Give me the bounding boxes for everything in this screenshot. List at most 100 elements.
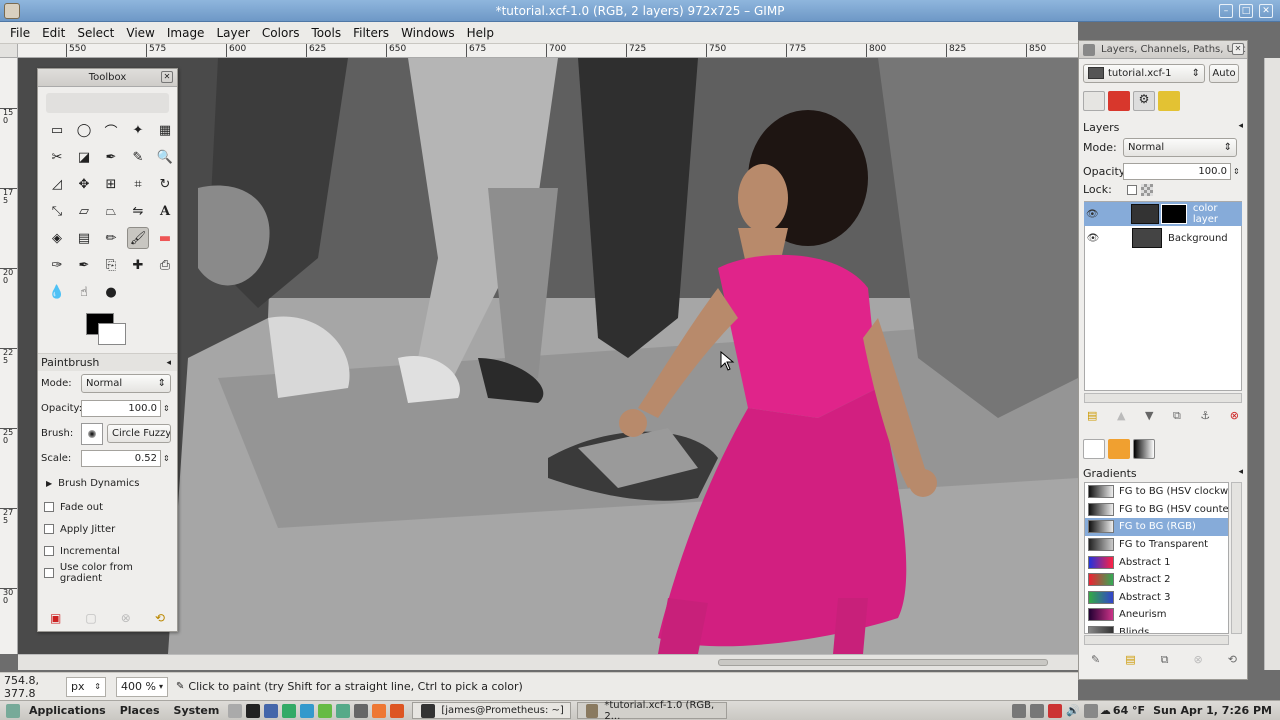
- checkbox-box[interactable]: [44, 524, 54, 534]
- horizontal-ruler[interactable]: 550 575 600 625 650 675 700 725 750 775 …: [18, 44, 1078, 58]
- launcher-icon[interactable]: [318, 703, 333, 718]
- gradient-item[interactable]: FG to BG (HSV clockwise h: [1085, 483, 1228, 501]
- gradient-item[interactable]: FG to BG (RGB): [1085, 518, 1228, 536]
- select-by-color-tool-icon[interactable]: ▦: [154, 119, 176, 141]
- zoom-select[interactable]: 400 % ▾: [116, 676, 168, 697]
- launcher-icon[interactable]: [264, 703, 279, 718]
- brush-name-field[interactable]: Circle Fuzzy (1: [107, 424, 171, 443]
- anchor-layer-icon[interactable]: ⚓: [1200, 409, 1210, 423]
- scrollbar-thumb[interactable]: [718, 659, 1048, 666]
- grip-icon[interactable]: [1083, 44, 1095, 56]
- layer-row-color-layer[interactable]: 👁 color layer: [1084, 202, 1242, 226]
- gradients-hscrollbar[interactable]: [1084, 635, 1229, 645]
- task-gimp[interactable]: *tutorial.xcf-1.0 (RGB, 2...: [576, 700, 727, 720]
- fade-out-checkbox[interactable]: Fade out: [38, 496, 177, 518]
- panel-menu-icon[interactable]: ◂: [1238, 467, 1243, 480]
- menu-layer[interactable]: Layer: [210, 26, 255, 40]
- launcher-icon[interactable]: [228, 703, 243, 718]
- spin-icon[interactable]: ⇕: [163, 454, 170, 463]
- use-color-from-gradient-checkbox[interactable]: Use color from gradient: [38, 562, 177, 584]
- flip-tool-icon[interactable]: ⇋: [127, 200, 149, 222]
- menu-tools[interactable]: Tools: [306, 26, 348, 40]
- rotate-tool-icon[interactable]: ↻: [154, 173, 176, 195]
- gradients-tab-icon[interactable]: [1133, 439, 1155, 459]
- firefox-launcher-icon[interactable]: [372, 703, 387, 718]
- restore-options-icon[interactable]: ▢: [85, 611, 96, 625]
- spin-icon[interactable]: ⇕: [1233, 167, 1240, 176]
- menu-colors[interactable]: Colors: [256, 26, 306, 40]
- smudge-tool-icon[interactable]: ☝: [73, 281, 95, 303]
- menu-view[interactable]: View: [120, 26, 160, 40]
- gradient-item[interactable]: Abstract 1: [1085, 553, 1228, 571]
- background-color-swatch[interactable]: [98, 323, 126, 345]
- clone-tool-icon[interactable]: ⎘: [100, 254, 122, 276]
- gradient-item[interactable]: Blinds: [1085, 624, 1228, 633]
- scissors-select-tool-icon[interactable]: ✂: [46, 146, 68, 168]
- heal-tool-icon[interactable]: ✚: [127, 254, 149, 276]
- chrome-launcher-icon[interactable]: [282, 703, 297, 718]
- paintbrush-tool-icon[interactable]: 🖌: [127, 227, 149, 249]
- menu-select[interactable]: Select: [71, 26, 120, 40]
- gradient-item[interactable]: Aneurism: [1085, 606, 1228, 624]
- layers-hscrollbar[interactable]: [1084, 393, 1242, 403]
- duplicate-layer-icon[interactable]: ⧉: [1173, 409, 1181, 423]
- new-gradient-icon[interactable]: ▤: [1125, 653, 1135, 667]
- paths-tool-icon[interactable]: ✒: [100, 146, 122, 168]
- dock-titlebar[interactable]: Layers, Channels, Paths, Unc ✕: [1079, 41, 1247, 59]
- color-picker-tool-icon[interactable]: ✎: [127, 146, 149, 168]
- network-icon[interactable]: [1083, 703, 1098, 718]
- auto-button[interactable]: Auto: [1209, 63, 1239, 83]
- checkbox-box[interactable]: [44, 502, 54, 512]
- applications-menu[interactable]: Applications: [22, 704, 113, 717]
- delete-layer-icon[interactable]: ⊗: [1230, 409, 1239, 423]
- gradient-item[interactable]: FG to Transparent: [1085, 536, 1228, 554]
- channels-tab-icon[interactable]: [1108, 91, 1130, 111]
- menu-filters[interactable]: Filters: [347, 26, 395, 40]
- mode-combo[interactable]: Normal ⇕: [81, 374, 171, 393]
- dodge-burn-tool-icon[interactable]: ●: [100, 281, 122, 303]
- layer-mode-combo[interactable]: Normal ⇕: [1123, 138, 1237, 157]
- gradient-item[interactable]: FG to BG (HSV counter-clo: [1085, 501, 1228, 519]
- panel-menu-icon[interactable]: ◂: [1238, 121, 1243, 134]
- terminal-launcher-icon[interactable]: [246, 703, 261, 718]
- menu-image[interactable]: Image: [161, 26, 211, 40]
- undo-tab-icon[interactable]: [1158, 91, 1180, 111]
- places-menu[interactable]: Places: [113, 704, 167, 717]
- apply-jitter-checkbox[interactable]: Apply Jitter: [38, 518, 177, 540]
- launcher-icon[interactable]: [354, 703, 369, 718]
- gradients-vscrollbar[interactable]: [1231, 482, 1242, 634]
- bucket-fill-tool-icon[interactable]: ◈: [46, 227, 68, 249]
- brush-dynamics-expander[interactable]: ▶ Brush Dynamics: [38, 471, 177, 496]
- vertical-ruler[interactable]: 150 175 200 225 250 275 300: [0, 58, 18, 654]
- menu-windows[interactable]: Windows: [395, 26, 461, 40]
- blend-tool-icon[interactable]: ▤: [73, 227, 95, 249]
- fuzzy-select-tool-icon[interactable]: ✦: [127, 119, 149, 141]
- duplicate-gradient-icon[interactable]: ⧉: [1161, 653, 1169, 667]
- layer-mask-thumbnail[interactable]: [1160, 204, 1187, 224]
- refresh-gradients-icon[interactable]: ⟲: [1228, 653, 1237, 667]
- image-select[interactable]: tutorial.xcf-1 ⇕: [1083, 63, 1205, 83]
- align-tool-icon[interactable]: ⊞: [100, 173, 122, 195]
- panel-menu-icon[interactable]: ◂: [166, 358, 171, 368]
- ink-tool-icon[interactable]: ✒: [73, 254, 95, 276]
- delete-gradient-icon[interactable]: ⊗: [1194, 653, 1203, 667]
- scale-tool-icon[interactable]: ⤡: [46, 200, 68, 222]
- ruler-corner[interactable]: [0, 44, 18, 58]
- delete-options-icon[interactable]: ⊗: [121, 611, 131, 625]
- edit-gradient-icon[interactable]: ✎: [1091, 653, 1100, 667]
- launcher-icon[interactable]: [300, 703, 315, 718]
- eye-icon[interactable]: 👁: [1084, 233, 1102, 244]
- volume-icon[interactable]: 🔊: [1066, 704, 1080, 717]
- pencil-tool-icon[interactable]: ✏: [100, 227, 122, 249]
- layer-opacity-slider[interactable]: 100.0: [1123, 163, 1231, 180]
- layer-row-background[interactable]: 👁 Background: [1084, 226, 1242, 250]
- checkbox-box[interactable]: [44, 568, 54, 578]
- layers-tab-icon[interactable]: [1083, 91, 1105, 111]
- brushes-tab-icon[interactable]: [1083, 439, 1105, 459]
- checkbox-box[interactable]: [44, 546, 54, 556]
- incremental-checkbox[interactable]: Incremental: [38, 540, 177, 562]
- shear-tool-icon[interactable]: ▱: [73, 200, 95, 222]
- airbrush-tool-icon[interactable]: ✑: [46, 254, 68, 276]
- scale-slider[interactable]: 0.52: [81, 450, 161, 467]
- spin-icon[interactable]: ⇕: [163, 404, 170, 413]
